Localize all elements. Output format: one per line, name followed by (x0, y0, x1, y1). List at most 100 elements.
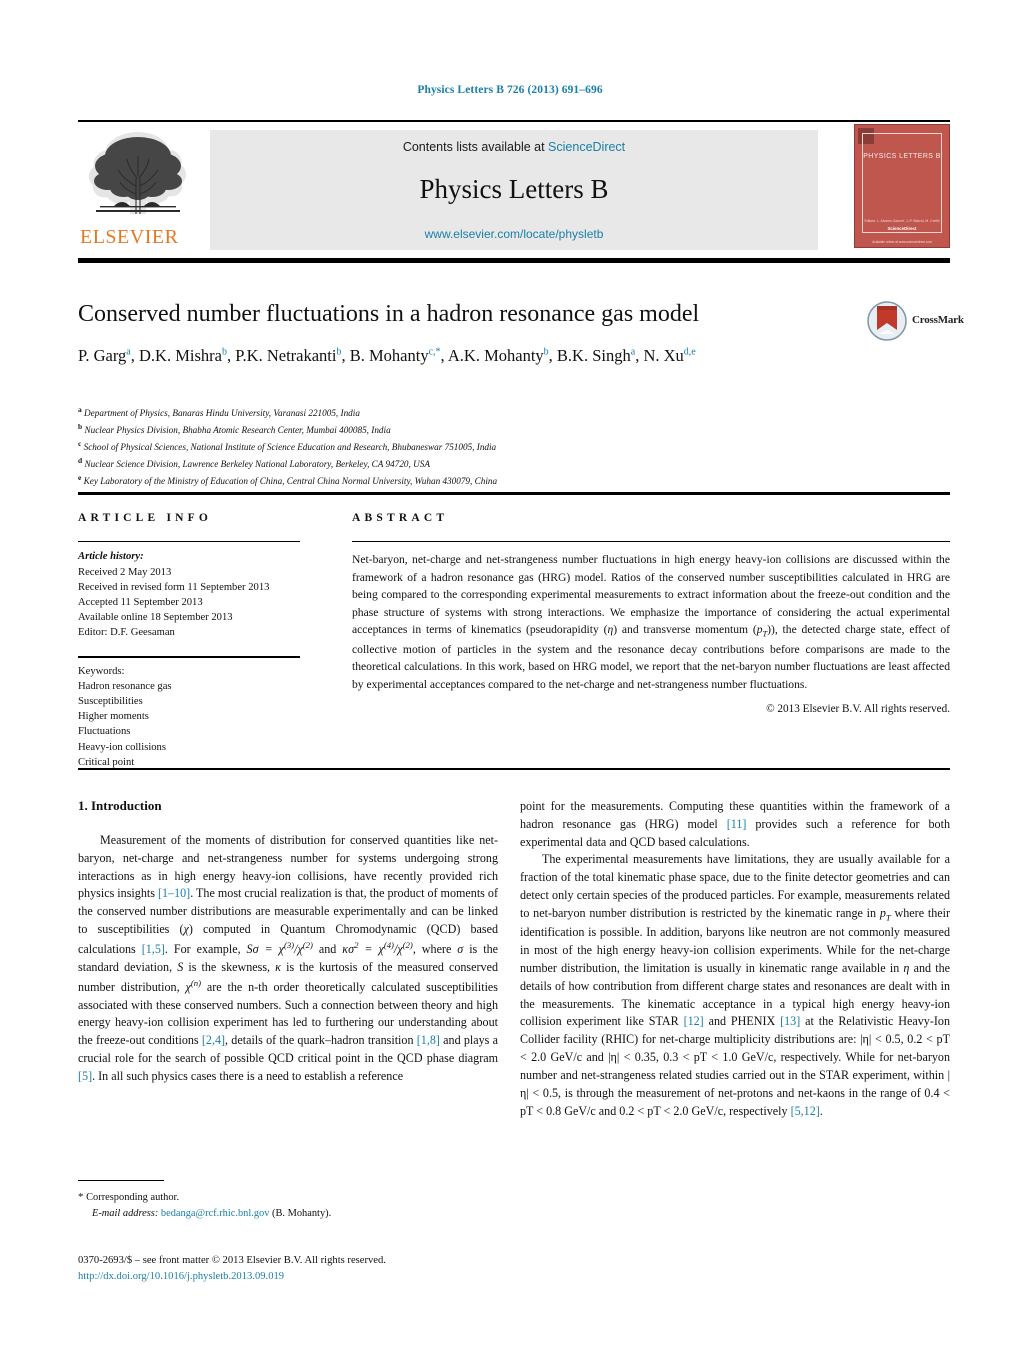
email-line: E-mail address: bedanga@rcf.rhic.bnl.gov… (78, 1206, 498, 1221)
citation-1-10[interactable]: [1–10] (158, 886, 190, 900)
r2e: at the Relativistic Heavy-Ion Collider f… (520, 1014, 950, 1118)
crossmark-icon (867, 301, 907, 341)
keyword-item: Hadron resonance gas (78, 680, 172, 692)
affiliation-label: b (78, 421, 83, 431)
author-list: P. Garga, D.K. Mishrab, P.K. Netrakantib… (78, 345, 868, 368)
footnote-rule (78, 1180, 164, 1182)
asterisk-icon: * (78, 1191, 84, 1203)
keywords-block: Keywords: Hadron resonance gas Susceptib… (78, 664, 306, 770)
citation-1-5[interactable]: [1,5] (142, 942, 165, 956)
author-affil-mark: a (126, 346, 131, 358)
author-2: D.K. Mishrab, (139, 346, 236, 365)
journal-url-link[interactable]: www.elsevier.com/locate/physletb (210, 227, 818, 241)
author-affil-mark: b (221, 346, 227, 358)
p1m: . In all such physics cases there is a n… (92, 1068, 404, 1083)
cover-inner-frame (862, 133, 942, 233)
sciencedirect-link[interactable]: ScienceDirect (548, 140, 625, 154)
keywords-rule (78, 656, 300, 658)
abstract-copyright: © 2013 Elsevier B.V. All rights reserved… (766, 702, 950, 715)
affiliation-text: School of Physical Sciences, National In… (83, 442, 497, 452)
info-band-top-rule (78, 492, 950, 495)
journal-title: Physics Letters B (419, 174, 609, 204)
author-5: A.K. Mohantyb, (447, 346, 557, 365)
affiliation-item: b Nuclear Physics Division, Bhabha Atomi… (78, 421, 878, 438)
author-name: B.K. Singh (556, 346, 631, 365)
citation-1-8[interactable]: [1,8] (417, 1033, 440, 1047)
r2d: and PHENIX (703, 1014, 781, 1029)
affiliation-text: Department of Physics, Banaras Hindu Uni… (84, 408, 360, 419)
crossmark-label: CrossMark (912, 314, 964, 326)
affiliation-label: a (78, 405, 82, 414)
author-name: D.K. Mishra (139, 346, 222, 365)
cover-title: PHYSICS LETTERS B (863, 153, 941, 160)
affiliation-item: d Nuclear Science Division, Lawrence Ber… (78, 455, 878, 472)
crossmark-badge[interactable]: CrossMark (866, 300, 964, 342)
author-name: B. Mohanty (349, 346, 429, 365)
citation-2-4[interactable]: [2,4] (202, 1033, 225, 1047)
citation-13[interactable]: [13] (780, 1014, 800, 1028)
author-affil-mark: b (336, 346, 342, 358)
affiliation-label: c (78, 438, 82, 448)
running-head: Physics Letters B 726 (2013) 691–696 (417, 84, 603, 96)
keywords-label: Keywords: (78, 665, 125, 677)
author-name: P. Garg (78, 346, 127, 365)
author-affil-mark: d,e (683, 346, 696, 358)
contents-prefix: Contents lists available at (402, 140, 549, 154)
contents-line: Contents lists available at ScienceDirec… (210, 140, 818, 154)
keyword-item: Higher moments (78, 711, 149, 723)
r2f: . (819, 1103, 823, 1118)
author-name: P.K. Netrakanti (235, 346, 337, 365)
email-label: E-mail address: (92, 1207, 159, 1219)
abstract-text: Net-baryon, net-charge and net-strangene… (352, 551, 950, 693)
cover-availability: Available online at www.sciencedirect.co… (872, 240, 932, 244)
affiliation-label: e (78, 472, 82, 482)
article-info-column: ARTICLE INFO Article history: Received 2… (78, 512, 306, 770)
formula-kappa-sigma2: κσ2 = χ(4)/χ(2) (342, 939, 413, 956)
author-affil-mark: b (543, 346, 549, 358)
author-4: B. Mohantyc,*, (349, 346, 448, 365)
keyword-item: Critical point (78, 756, 135, 768)
intro-paragraph-right-1: point for the measurements. Computing th… (520, 798, 950, 851)
article-history: Article history: Received 2 May 2013 Rec… (78, 549, 306, 640)
email-owner: (B. Mohanty). (272, 1207, 332, 1219)
body-right-column: point for the measurements. Computing th… (520, 798, 950, 1120)
citation-5[interactable]: [5] (78, 1069, 92, 1083)
elsevier-wordmark: ELSEVIER (80, 226, 179, 248)
footnote-block: * Corresponding author. E-mail address: … (78, 1190, 498, 1221)
intro-paragraph-left: Measurement of the moments of distributi… (78, 832, 498, 1086)
journal-cover-thumbnail[interactable]: PHYSICS LETTERS B Editors: L. Alvarez-Ga… (854, 124, 950, 248)
journal-masthead: ELSEVIER Contents lists available at Sci… (78, 122, 950, 256)
p1f: , where (412, 942, 458, 956)
abstract-part-2: ) and transverse momentum ( (613, 622, 757, 636)
article-history-label: Article history: (78, 551, 144, 563)
keyword-item: Susceptibilities (78, 696, 143, 708)
author-7: N. Xud,e (643, 346, 695, 365)
imprint-block: 0370-2693/$ – see front matter © 2013 El… (78, 1253, 538, 1285)
history-item: Available online 18 September 2013 (78, 611, 233, 623)
keyword-item: Heavy-ion collisions (78, 741, 166, 753)
citation-12[interactable]: [12] (684, 1014, 704, 1028)
history-item: Accepted 11 September 2013 (78, 596, 203, 608)
affiliation-item: e Key Laboratory of the Ministry of Educ… (78, 472, 878, 489)
journal-band: Contents lists available at ScienceDirec… (210, 130, 818, 250)
citation-11[interactable]: [11] (727, 817, 747, 831)
p1e: and (312, 942, 343, 956)
corresponding-author-text: Corresponding author. (86, 1192, 180, 1203)
affiliation-label: d (78, 455, 83, 465)
affiliation-text: Nuclear Science Division, Lawrence Berke… (84, 458, 430, 469)
affiliation-list: a Department of Physics, Banaras Hindu U… (78, 404, 878, 489)
abstract-column: ABSTRACT Net-baryon, net-charge and net-… (352, 512, 950, 715)
imprint-line: 0370-2693/$ – see front matter © 2013 El… (78, 1255, 386, 1266)
symbol-chi-n: χ(n) (185, 977, 201, 994)
symbol-pT-1: pT (879, 905, 891, 923)
affiliation-item: c School of Physical Sciences, National … (78, 438, 878, 455)
citation-5-12[interactable]: [5,12] (791, 1104, 820, 1118)
article-info-heading: ARTICLE INFO (78, 512, 213, 524)
body-left-column: 1. Introduction Measurement of the momen… (78, 798, 498, 1086)
p1h: is the skewness, (183, 959, 276, 974)
doi-link[interactable]: http://dx.doi.org/10.1016/j.physletb.201… (78, 1269, 538, 1285)
elsevier-logo: ELSEVIER (78, 126, 198, 254)
formula-s-sigma: Sσ = χ(3)/χ(2) (246, 939, 313, 956)
author-1: P. Garga, (78, 346, 139, 365)
email-link[interactable]: bedanga@rcf.rhic.bnl.gov (161, 1208, 270, 1219)
